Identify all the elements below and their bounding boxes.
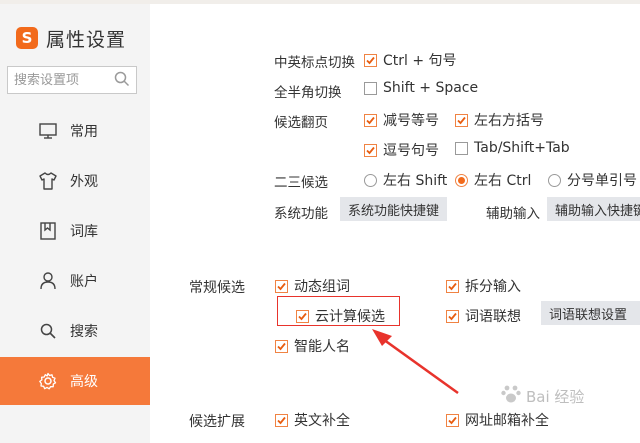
watermark-text: Bai 经验 [526, 387, 585, 406]
annotation-arrow [372, 329, 459, 395]
paw-icon [500, 383, 522, 409]
baidu-watermark: Bai 经验 [500, 383, 584, 409]
